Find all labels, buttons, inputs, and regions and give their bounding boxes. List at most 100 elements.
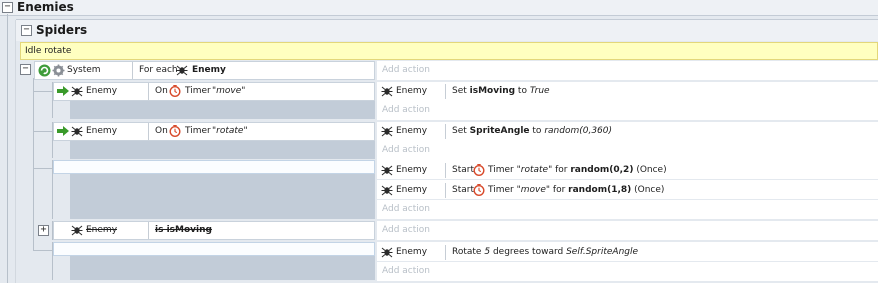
spider-icon: [71, 225, 83, 236]
comment-row[interactable]: [20, 42, 878, 60]
event-tree-line: [33, 78, 34, 250]
action-for: for: [552, 185, 566, 195]
system-label: System: [67, 65, 101, 75]
add-action-link[interactable]: Add action: [382, 145, 430, 155]
collapse-toggle-enemies[interactable]: −: [2, 2, 13, 13]
action-object-label: Enemy: [396, 165, 428, 175]
action-object-label: Enemy: [396, 126, 428, 136]
condition-separator: [132, 62, 133, 79]
add-action-row[interactable]: [377, 262, 878, 281]
subgroup-guide-line: [15, 20, 16, 283]
for-each-prefix: For each: [139, 65, 178, 75]
action-verb: Set: [452, 126, 467, 136]
condition-separator: [148, 123, 149, 140]
event-padding: [70, 174, 375, 219]
add-action-row[interactable]: [377, 200, 878, 219]
condition-on: On: [155, 86, 168, 96]
action-separator: [445, 124, 446, 139]
trigger-arrow-icon: [57, 86, 69, 96]
add-action-link[interactable]: Add action: [382, 225, 430, 235]
action-text: Set SpriteAngle to random(0,360): [452, 126, 612, 136]
add-action-link[interactable]: Add action: [382, 204, 430, 214]
group-guide-line: [7, 14, 8, 283]
collapse-toggle-spiders[interactable]: −: [21, 25, 32, 36]
condition-separator: [148, 83, 149, 100]
group-spiders: [16, 19, 878, 41]
add-action-row[interactable]: [377, 141, 878, 160]
trigger-arrow-icon: [57, 126, 69, 136]
action-text: Rotate 5 degrees toward Self.SpriteAngle: [452, 247, 638, 257]
action-text: Timer "move" for random(1,8) (Once): [488, 185, 664, 195]
event-padding: [70, 141, 375, 159]
action-degrees: 5: [484, 247, 491, 257]
condition-timer: Timer: [185, 126, 211, 136]
tree-branch: [33, 250, 53, 251]
timer-icon: [473, 184, 485, 196]
spider-icon: [71, 86, 83, 97]
action-duration: random(1,8): [568, 185, 632, 195]
action-separator: [445, 183, 446, 198]
action-to: to: [517, 86, 527, 96]
action-text: Set isMoving to True: [452, 86, 550, 96]
event-padding: [70, 256, 375, 280]
action-mode: (Once): [636, 165, 667, 175]
event-padding: [70, 101, 375, 119]
action-separator: [445, 84, 446, 99]
tree-branch: [33, 168, 53, 169]
system-loop-icon: [38, 64, 51, 77]
action-verb: Set: [452, 86, 467, 96]
action-variable: SpriteAngle: [469, 126, 530, 136]
action-to: to: [532, 126, 542, 136]
event-condition-empty[interactable]: [53, 242, 375, 256]
condition-param: "move": [212, 86, 246, 96]
group-title: Enemies: [17, 0, 74, 14]
add-action-row[interactable]: [377, 221, 878, 240]
subgroup-title: Spiders: [36, 23, 88, 37]
group-enemies: [0, 0, 878, 16]
action-separator: [445, 245, 446, 260]
spider-icon: [381, 185, 393, 196]
action-toward: degrees toward: [492, 247, 564, 257]
action-verb: Start: [452, 165, 474, 175]
action-timer-tag: "move": [516, 185, 551, 195]
spider-icon: [71, 126, 83, 137]
action-timer: Timer: [488, 185, 514, 195]
condition-param: "rotate": [212, 126, 248, 136]
condition-is-ismoving: is isMoving: [155, 225, 212, 235]
action-variable: isMoving: [469, 86, 516, 96]
for-each-object: Enemy: [192, 65, 226, 75]
spider-icon: [176, 65, 188, 76]
add-action-link[interactable]: Add action: [382, 65, 430, 75]
spider-icon: [381, 247, 393, 258]
action-object-label: Enemy: [396, 86, 428, 96]
action-object-label: Enemy: [396, 247, 428, 257]
add-action-link[interactable]: Add action: [382, 105, 430, 115]
comment-text: Idle rotate: [25, 46, 72, 56]
timer-icon: [169, 125, 181, 137]
collapse-toggle-event[interactable]: −: [20, 64, 31, 75]
action-object-label: Enemy: [396, 185, 428, 195]
add-action-row[interactable]: [377, 101, 878, 120]
action-timer: Timer: [488, 165, 514, 175]
action-mode: (Once): [634, 185, 665, 195]
timer-icon: [473, 164, 485, 176]
action-timer-tag: "rotate": [516, 165, 553, 175]
add-action-link[interactable]: Add action: [382, 266, 430, 276]
spider-icon: [381, 86, 393, 97]
event-object-label: Enemy: [86, 86, 118, 96]
expand-toggle-event[interactable]: +: [38, 225, 49, 236]
action-text: Timer "rotate" for random(0,2) (Once): [488, 165, 667, 175]
event-condition-empty[interactable]: [53, 160, 375, 174]
condition-timer: Timer: [185, 86, 211, 96]
action-target: Self.SpriteAngle: [566, 247, 639, 257]
event-object-label: Enemy: [86, 225, 118, 235]
spider-icon: [381, 126, 393, 137]
event-object-label: Enemy: [86, 126, 118, 136]
timer-icon: [169, 85, 181, 97]
gear-icon: [52, 64, 65, 77]
action-separator: [445, 163, 446, 178]
parent-add-action-row[interactable]: [377, 61, 878, 80]
condition-separator: [148, 222, 149, 239]
condition-on: On: [155, 126, 168, 136]
action-verb: Rotate: [452, 247, 482, 257]
